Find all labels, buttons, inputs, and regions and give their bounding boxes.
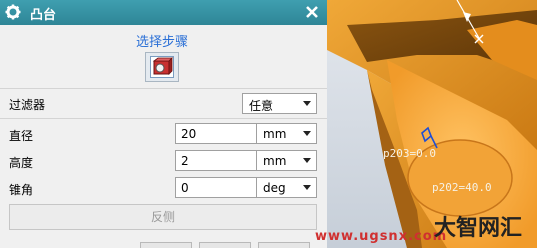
height-value: 2 — [181, 154, 189, 168]
height-unit: mm — [263, 154, 287, 168]
diameter-value: 20 — [181, 127, 197, 141]
dialog-title: 凸台 — [30, 8, 57, 23]
taper-angle-unit-select[interactable]: deg — [257, 177, 317, 198]
reverse-side-button[interactable]: 反侧 — [9, 204, 317, 230]
apply-button[interactable] — [199, 242, 251, 248]
placement-face-icon — [150, 56, 174, 78]
boss-dialog: 凸台 选择步骤 过滤器 任意 直径 20 mm 高度 2 mm 锥角 0 deg… — [0, 0, 327, 248]
taper-angle-unit: deg — [263, 181, 286, 195]
taper-angle-input[interactable]: 0 — [175, 177, 257, 198]
annotation-label: p202=40.0 — [432, 181, 492, 194]
diameter-input[interactable]: 20 — [175, 123, 257, 144]
height-input[interactable]: 2 — [175, 150, 257, 171]
cancel-button[interactable] — [258, 242, 310, 248]
close-icon[interactable] — [305, 5, 319, 19]
chevron-down-icon — [303, 131, 311, 136]
filter-select[interactable]: 任意 — [242, 93, 317, 114]
watermark-url: www.ugsnx.com — [315, 229, 448, 244]
chevron-down-icon — [303, 101, 311, 106]
filter-value: 任意 — [249, 99, 274, 113]
diameter-unit-select[interactable]: mm — [257, 123, 317, 144]
watermark-brand: 大智网汇 — [434, 216, 523, 241]
section-divider — [0, 118, 327, 119]
height-label: 高度 — [9, 156, 34, 170]
section-divider — [0, 88, 327, 89]
step-section-title: 选择步骤 — [136, 35, 189, 50]
placement-face-button[interactable] — [145, 52, 179, 82]
taper-angle-label: 锥角 — [9, 183, 34, 197]
gear-icon[interactable] — [5, 3, 21, 21]
dialog-titlebar[interactable]: 凸台 — [0, 0, 327, 25]
taper-angle-value: 0 — [181, 181, 189, 195]
height-unit-select[interactable]: mm — [257, 150, 317, 171]
annotation-label: p203=0.0 — [383, 147, 436, 160]
chevron-down-icon — [303, 158, 311, 163]
diameter-unit: mm — [263, 127, 287, 141]
ok-button[interactable] — [140, 242, 192, 248]
filter-label: 过滤器 — [9, 98, 46, 112]
diameter-label: 直径 — [9, 129, 34, 143]
chevron-down-icon — [303, 185, 311, 190]
